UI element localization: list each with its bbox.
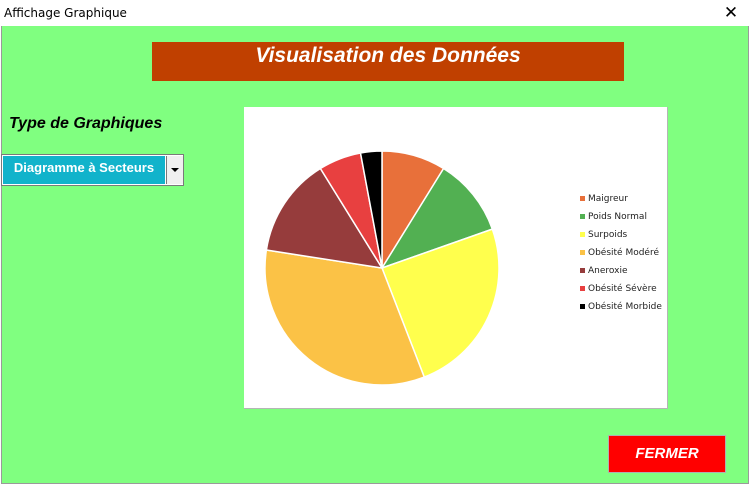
title-bar: Affichage Graphique ✕ [0, 0, 749, 26]
page-title-banner: Visualisation des Données [152, 42, 624, 81]
legend-label: Obésité Modéré [588, 248, 660, 258]
chart-type-selected-value[interactable]: Diagramme à Secteurs [3, 156, 165, 184]
legend-label: Maigreur [588, 194, 628, 204]
dropdown-button[interactable] [166, 156, 183, 184]
close-button[interactable]: FERMER [608, 435, 726, 473]
legend-label: Surpoids [588, 230, 628, 240]
chart-type-combobox[interactable]: Diagramme à Secteurs [1, 154, 184, 186]
page-title: Visualisation des Données [255, 44, 521, 67]
window-title: Affichage Graphique [4, 6, 127, 20]
legend-swatch [580, 232, 585, 237]
legend-swatch [580, 250, 585, 255]
close-icon[interactable]: ✕ [718, 2, 744, 24]
chevron-down-icon [171, 168, 179, 172]
legend-label: Poids Normal [588, 212, 647, 222]
legend-swatch [580, 214, 585, 219]
legend-swatch [580, 304, 585, 309]
chart-area: Maigreur Poids Normal Surpoids Obésité Modé… [244, 107, 668, 409]
legend-swatch [580, 268, 585, 273]
legend-label: Aneroxie [588, 266, 628, 276]
chart-type-label: Type de Graphiques [9, 115, 163, 132]
legend-swatch [580, 196, 585, 201]
legend-label: Obésité Morbide [588, 302, 662, 312]
legend-swatch [580, 286, 585, 291]
legend-label: Obésité Sévère [588, 284, 657, 294]
